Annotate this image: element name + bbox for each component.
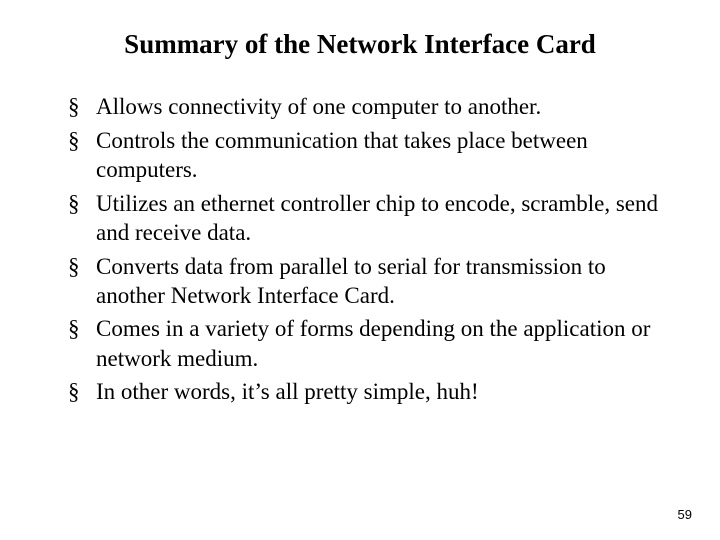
- page-number: 59: [678, 507, 692, 522]
- slide-title: Summary of the Network Interface Card: [48, 28, 672, 60]
- bullet-item: Controls the communication that takes pl…: [68, 126, 666, 185]
- bullet-item: Converts data from parallel to serial fo…: [68, 252, 666, 311]
- bullet-item: In other words, it’s all pretty simple, …: [68, 377, 666, 406]
- bullet-list: Allows connectivity of one computer to a…: [48, 92, 672, 406]
- bullet-item: Comes in a variety of forms depending on…: [68, 314, 666, 373]
- bullet-item: Utilizes an ethernet controller chip to …: [68, 189, 666, 248]
- bullet-item: Allows connectivity of one computer to a…: [68, 92, 666, 121]
- slide: Summary of the Network Interface Card Al…: [0, 0, 720, 540]
